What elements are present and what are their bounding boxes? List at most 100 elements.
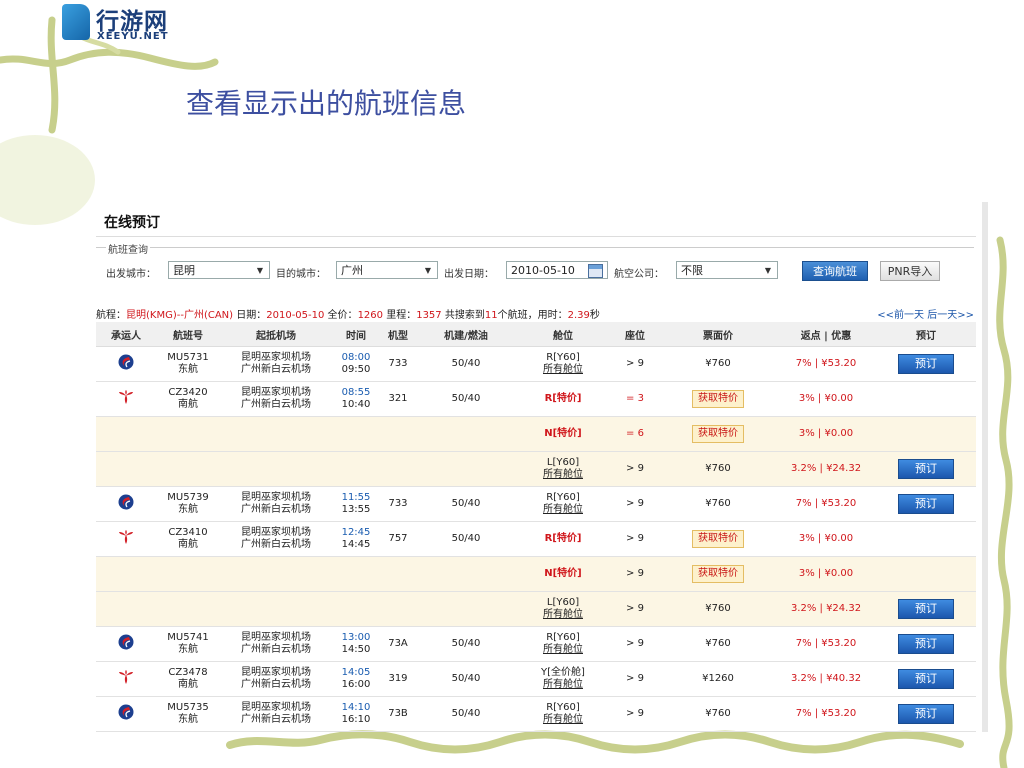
carrier-cell: [96, 381, 156, 417]
book-button[interactable]: 预订: [898, 669, 954, 689]
arrival-time: 16:00: [341, 679, 371, 690]
cabin-cell: R[Y60] 所有舱位: [516, 626, 610, 662]
all-cabins-link[interactable]: 所有舱位: [516, 714, 610, 726]
day-navigation[interactable]: <<前一天 后一天>>: [877, 306, 974, 321]
airports-cell: 昆明巫家坝机场 广州新白云机场: [220, 381, 332, 417]
panel-title: 在线预订: [104, 215, 160, 231]
carrier-cell: [96, 591, 156, 627]
flight-row: MU5741 东航 昆明巫家坝机场 广州新白云机场 13:00 14:50 73A 50/40…: [96, 626, 976, 662]
get-special-price-button[interactable]: 获取特价: [692, 390, 744, 408]
panel-edge: [982, 202, 988, 732]
tax-fuel: [416, 591, 516, 627]
aircraft-type: [380, 451, 416, 487]
all-cabins-link[interactable]: 所有舱位: [516, 679, 610, 691]
cabin-class: R[Y60]: [546, 492, 580, 503]
china-southern-logo-icon: [118, 389, 134, 405]
all-cabins-link[interactable]: 所有舱位: [516, 644, 610, 656]
get-special-price-button[interactable]: 获取特价: [692, 425, 744, 443]
tax-fuel: 50/40: [416, 521, 516, 557]
price-cell: 获取特价: [660, 556, 776, 592]
all-cabins-link[interactable]: 所有舱位: [516, 364, 610, 376]
cabin-cell: N[特价]: [516, 556, 610, 592]
fieldset-legend: 航班查询: [106, 241, 150, 256]
arrival-airport: 广州新白云机场: [241, 714, 311, 725]
summary-label: 航程：: [96, 310, 126, 321]
airline-label: 航空公司：: [614, 269, 664, 280]
book-button[interactable]: 预订: [898, 494, 954, 514]
arrival-airport: 广州新白云机场: [241, 504, 311, 515]
book-cell: [876, 521, 976, 557]
china-eastern-logo-icon: [118, 634, 134, 650]
column-header: 承运人: [96, 322, 156, 347]
carrier-cell: [96, 661, 156, 697]
flight-number-cell: MU5731 东航: [156, 346, 220, 382]
arr-city-select[interactable]: 广州 ▼: [336, 261, 438, 279]
time-cell: [332, 416, 380, 452]
price-cell: ¥1260: [660, 661, 776, 697]
cabin-class: N[特价]: [544, 428, 582, 439]
all-cabins-link[interactable]: 所有舱位: [516, 609, 610, 621]
book-button[interactable]: 预订: [898, 599, 954, 619]
departure-time: 13:00: [341, 632, 371, 643]
cabin-subrow: L[Y60] 所有舱位 > 9 ¥760 3.2% | ¥24.32 预订: [96, 591, 976, 627]
departure-airport: 昆明巫家坝机场: [241, 387, 311, 398]
book-button[interactable]: 预订: [898, 634, 954, 654]
book-cell: 预订: [876, 696, 976, 732]
carrier-cell: [96, 416, 156, 452]
dep-city-select[interactable]: 昆明 ▼: [168, 261, 270, 279]
flight-number-cell: [156, 556, 220, 592]
summary-count: 11: [484, 310, 498, 321]
date-input[interactable]: 2010-05-10: [506, 261, 608, 279]
column-header: 机型: [380, 322, 416, 347]
rebate-discount: 3.2% | ¥24.32: [776, 451, 876, 487]
get-special-price-button[interactable]: 获取特价: [692, 530, 744, 548]
carrier-cell: [96, 346, 156, 382]
carrier-cell: [96, 696, 156, 732]
airline-select[interactable]: 不限 ▼: [676, 261, 778, 279]
airports-cell: [220, 451, 332, 487]
rebate-discount: 3% | ¥0.00: [776, 556, 876, 592]
divider: [96, 236, 976, 237]
arrival-airport: 广州新白云机场: [241, 679, 311, 690]
pnr-import-button[interactable]: PNR导入: [880, 261, 940, 281]
cabin-cell: L[Y60] 所有舱位: [516, 591, 610, 627]
flight-number-cell: MU5739 东航: [156, 486, 220, 522]
cabin-class: R[特价]: [544, 393, 582, 404]
summary-full-price: 1260: [357, 310, 384, 321]
flight-number: MU5731: [167, 352, 209, 363]
ticket-price: ¥760: [705, 498, 731, 509]
all-cabins-link[interactable]: 所有舱位: [516, 469, 610, 481]
summary-label: 里程：: [383, 310, 417, 321]
china-southern-logo-icon: [118, 669, 134, 685]
rebate-discount: 3% | ¥0.00: [776, 416, 876, 452]
book-button[interactable]: 预订: [898, 354, 954, 374]
time-cell: 08:55 10:40: [332, 381, 380, 417]
column-header: 座位: [610, 322, 660, 347]
chevron-down-icon: ▼: [256, 266, 263, 275]
price-cell: 获取特价: [660, 381, 776, 417]
flight-number: CZ3478: [168, 667, 208, 678]
search-flights-button[interactable]: 查询航班: [802, 261, 868, 281]
book-button[interactable]: 预订: [898, 459, 954, 479]
get-special-price-button[interactable]: 获取特价: [692, 565, 744, 583]
aircraft-type: 321: [380, 381, 416, 417]
seat-count: > 9: [610, 591, 660, 627]
calendar-icon[interactable]: [588, 264, 603, 278]
cabin-class: R[Y60]: [546, 632, 580, 643]
all-cabins-link[interactable]: 所有舱位: [516, 504, 610, 516]
seat-count: > 9: [610, 346, 660, 382]
booking-panel: 在线预订 航班查询 出发城市： 昆明 ▼ 目的城市： 广州 ▼ 出发日期： 20…: [96, 204, 976, 732]
aircraft-type: [380, 591, 416, 627]
book-cell: 预订: [876, 591, 976, 627]
departure-airport: 昆明巫家坝机场: [241, 527, 311, 538]
seat-count: > 9: [610, 451, 660, 487]
arrival-airport: 广州新白云机场: [241, 399, 311, 410]
cabin-cell: N[特价]: [516, 416, 610, 452]
flight-row: CZ3478 南航 昆明巫家坝机场 广州新白云机场 14:05 16:00 319 50/40…: [96, 661, 976, 697]
price-cell: ¥760: [660, 451, 776, 487]
tax-fuel: 50/40: [416, 381, 516, 417]
flight-row: MU5731 东航 昆明巫家坝机场 广州新白云机场 08:00 09:50 733 50/40…: [96, 346, 976, 382]
tax-fuel: [416, 556, 516, 592]
tax-fuel: 50/40: [416, 346, 516, 382]
book-button[interactable]: 预订: [898, 704, 954, 724]
